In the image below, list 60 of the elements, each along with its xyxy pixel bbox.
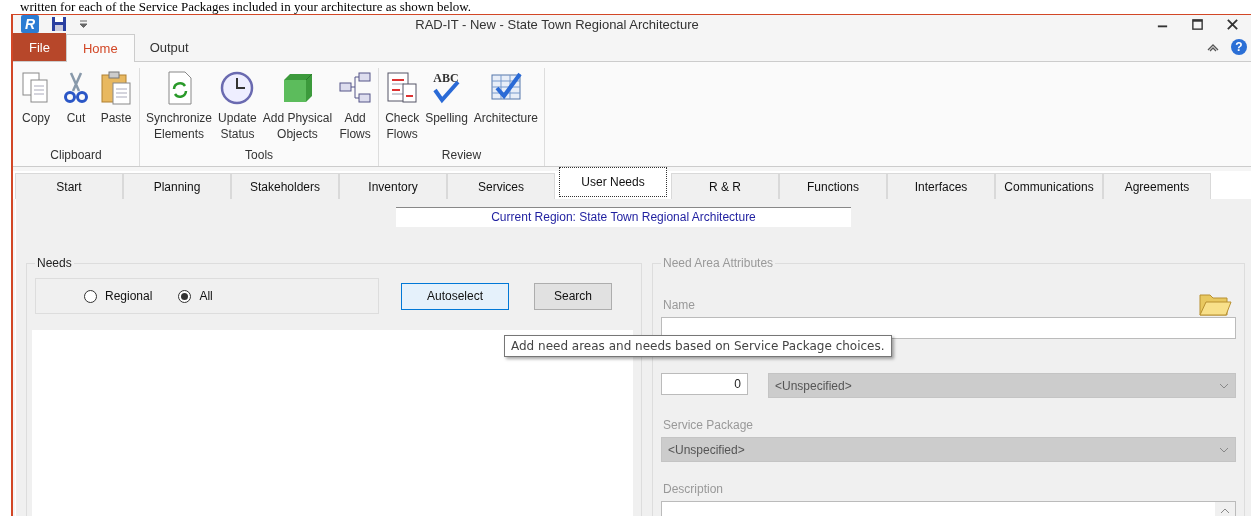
page-tab[interactable]: User Needs <box>559 167 667 197</box>
ribbon-button[interactable]: Architecture <box>471 68 540 144</box>
page-tab[interactable]: Interfaces <box>887 173 995 199</box>
clipboard-icon <box>99 70 133 106</box>
field-label: Name <box>663 298 695 312</box>
service-package-dropdown[interactable]: <Unspecified> <box>661 437 1236 462</box>
action-button[interactable]: Autoselect <box>401 282 509 310</box>
chevron-down-icon <box>1219 446 1229 453</box>
ribbon-tab[interactable]: Output <box>134 33 204 61</box>
group-label: Clipboard <box>49 147 103 164</box>
ribbon-button[interactable]: Check Flows <box>383 68 422 144</box>
ribbon-button[interactable]: Update Status <box>216 68 259 144</box>
type-dropdown[interactable]: <Unspecified> <box>768 373 1236 398</box>
order-field[interactable]: 0 <box>661 373 748 395</box>
page-tab[interactable]: Functions <box>779 173 887 199</box>
clock-icon <box>220 70 255 106</box>
document-list-icon <box>385 70 420 106</box>
ribbon-button[interactable]: Add Flows <box>336 68 375 144</box>
name-field[interactable] <box>661 317 1236 339</box>
linked-boxes-icon <box>338 70 373 106</box>
group-label: Review <box>440 147 483 164</box>
field-label: Service Package <box>663 418 755 432</box>
page-tab[interactable]: Inventory <box>339 173 447 199</box>
collapse-chevron-icon[interactable] <box>1207 42 1219 52</box>
help-icon[interactable]: ? <box>1231 39 1247 55</box>
page-tab[interactable]: Agreements <box>1103 173 1211 199</box>
radio-option[interactable]: All <box>178 289 213 303</box>
ribbon-button[interactable]: ABC Spelling <box>423 68 470 144</box>
page-tab[interactable]: Start <box>15 173 123 199</box>
document-text: written for each of the Service Packages included in your architecture as shown below. <box>19 0 473 14</box>
ribbon-tab[interactable]: Home <box>65 34 135 62</box>
panel-title: Need Area Attributes <box>661 256 776 270</box>
maximize-icon[interactable] <box>1191 17 1204 31</box>
group-label: Tools <box>244 147 275 164</box>
radio-option[interactable]: Regional <box>84 289 153 303</box>
page-tab[interactable]: Communications <box>995 173 1103 199</box>
close-icon[interactable] <box>1226 17 1239 31</box>
ribbon-button[interactable]: Add Physical Objects <box>260 68 335 144</box>
action-button[interactable]: Search <box>534 282 612 310</box>
page-tab[interactable]: Planning <box>123 173 231 199</box>
file-menu-tab[interactable]: File <box>13 33 66 61</box>
scroll-up-icon <box>1220 508 1230 514</box>
window-title: RAD-IT - New - State Town Regional Architecture <box>414 16 700 32</box>
field-label: Description <box>663 482 725 496</box>
panel-title: Needs <box>35 256 74 270</box>
page-tab[interactable]: R & R <box>671 173 779 199</box>
region-label: Current Region: State Town Regional Architecture <box>396 207 851 227</box>
page-tab[interactable]: Stakeholders <box>231 173 339 199</box>
ribbon-button[interactable]: Synchronize Elements <box>144 68 215 144</box>
page-tab[interactable]: Services <box>447 173 555 199</box>
dropdown-value: <Unspecified> <box>668 442 745 457</box>
ribbon-button[interactable]: Cut <box>57 68 95 144</box>
chevron-down-icon <box>1219 382 1229 389</box>
tooltip: Add need areas and needs based on Service Package choices. <box>504 335 892 357</box>
ribbon-button[interactable]: Paste <box>97 68 135 144</box>
app-logo: R <box>21 15 39 33</box>
dropdown-value: <Unspecified> <box>775 378 852 393</box>
folder-icon <box>1198 291 1232 317</box>
ribbon-button[interactable]: Copy <box>17 68 55 144</box>
dropdown-arrow-icon <box>79 20 88 28</box>
